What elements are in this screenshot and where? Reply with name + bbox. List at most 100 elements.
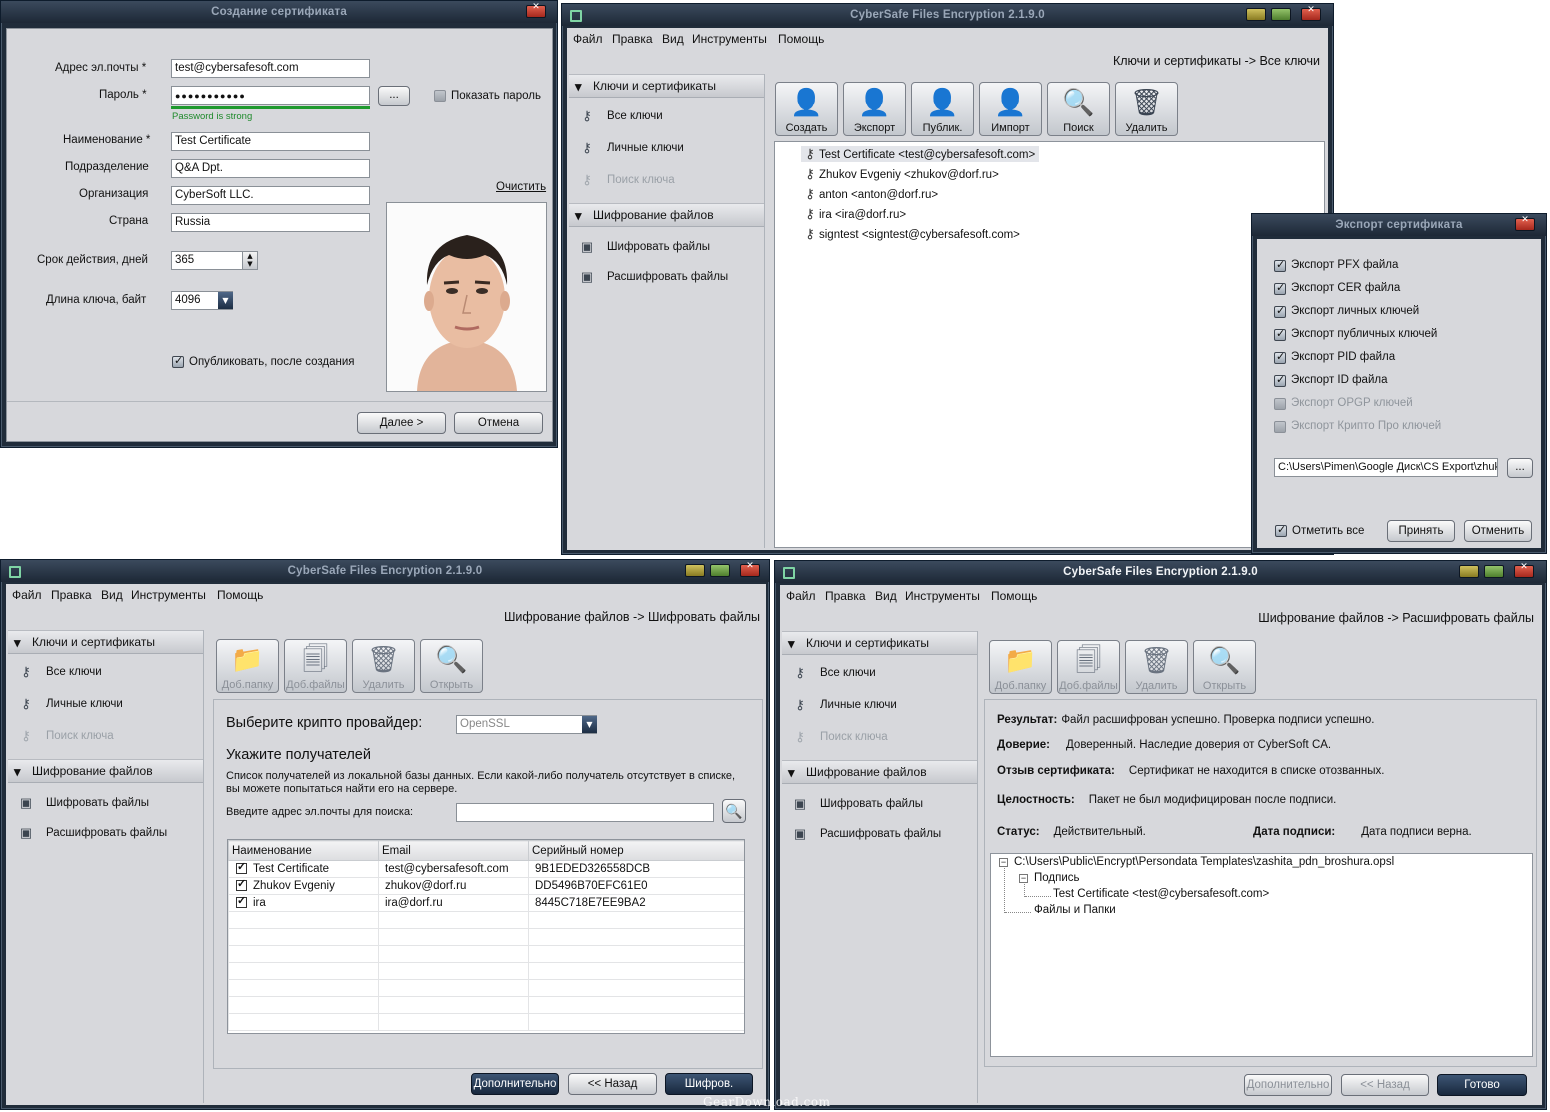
tree-node-files[interactable]: Файлы и Папки bbox=[1034, 904, 1116, 916]
sidebar-item-find-key[interactable]: ⚷ Поиск ключа bbox=[569, 170, 764, 190]
menu-help[interactable]: Помощь bbox=[991, 589, 1037, 603]
row-checkbox[interactable] bbox=[236, 860, 247, 874]
table-row[interactable]: ira ira@dorf.ru8445C718E7EE9BA2 bbox=[228, 894, 744, 912]
section-keys-certificates[interactable]: Ключи и сертификаты bbox=[569, 74, 764, 98]
menu-view[interactable]: Вид bbox=[101, 588, 123, 602]
export-button[interactable]: 👤 Экспорт bbox=[843, 82, 906, 136]
menu-view[interactable]: Вид bbox=[875, 589, 897, 603]
publish-button[interactable]: 👤 Публик. bbox=[911, 82, 974, 136]
tree-node-file[interactable]: − C:\Users\Public\Encrypt\Persondata Temp… bbox=[999, 856, 1394, 868]
menu-edit[interactable]: Правка bbox=[51, 588, 92, 602]
organization-field[interactable]: CyberSoft LLC. bbox=[171, 186, 370, 205]
delete-button[interactable]: 🗑 Удалить bbox=[1125, 640, 1188, 694]
sidebar-item-find-key[interactable]: ⚷ Поиск ключа bbox=[8, 726, 203, 746]
photo-frame[interactable] bbox=[386, 202, 547, 392]
export-option-checkbox[interactable] bbox=[1274, 327, 1286, 341]
add-folder-button[interactable]: 📁 Доб.папку bbox=[216, 639, 279, 693]
sidebar-item-encrypt-files[interactable]: ▣ Шифровать файлы bbox=[782, 794, 977, 814]
section-file-encryption[interactable]: Шифрование файлов bbox=[8, 759, 203, 783]
sidebar-item-all-keys[interactable]: ⚷ Все ключи bbox=[782, 663, 977, 683]
tree-item[interactable]: ⚷ anton <anton@dorf.ru> bbox=[801, 186, 938, 202]
menu-tools[interactable]: Инструменты bbox=[692, 32, 767, 46]
show-password-checkbox[interactable] bbox=[434, 90, 446, 102]
column-header-name[interactable]: Наименование bbox=[228, 840, 379, 861]
delete-button[interactable]: 🗑 Удалить bbox=[1115, 82, 1178, 136]
sidebar-item-encrypt-files[interactable]: ▣ Шифровать файлы bbox=[8, 793, 203, 813]
export-option-checkbox[interactable] bbox=[1274, 281, 1286, 295]
dropdown-arrow-icon[interactable]: ▼ bbox=[218, 292, 233, 309]
clear-link[interactable]: Очистить bbox=[496, 181, 546, 193]
select-all-checkbox[interactable] bbox=[1275, 523, 1287, 537]
back-button[interactable]: << Назад bbox=[1341, 1074, 1429, 1096]
back-button[interactable]: << Назад bbox=[568, 1073, 657, 1095]
menu-edit[interactable]: Правка bbox=[825, 589, 866, 603]
menu-help[interactable]: Помощь bbox=[778, 32, 824, 46]
search-email-input[interactable] bbox=[456, 803, 714, 822]
tree-item[interactable]: ⚷ ira <ira@dorf.ru> bbox=[801, 206, 906, 222]
more-button[interactable]: Дополнительно bbox=[471, 1073, 559, 1095]
table-row[interactable]: Test Certificate test@cybersafesoft.com9B… bbox=[228, 860, 744, 878]
name-field[interactable]: Test Certificate bbox=[171, 132, 370, 151]
column-header-email[interactable]: Email bbox=[378, 840, 529, 861]
export-option-checkbox[interactable] bbox=[1274, 421, 1286, 433]
sidebar-item-decrypt-files[interactable]: ▣ Расшифровать файлы bbox=[782, 824, 977, 844]
close-button[interactable] bbox=[1301, 5, 1321, 21]
menu-tools[interactable]: Инструменты bbox=[905, 589, 980, 603]
publish-checkbox[interactable] bbox=[172, 354, 184, 368]
minimize-button[interactable] bbox=[685, 564, 705, 577]
encrypt-button[interactable]: Шифров. bbox=[665, 1073, 753, 1095]
tree-node-certificate[interactable]: Test Certificate <test@cybersafesoft.com… bbox=[1053, 888, 1269, 900]
sidebar-item-all-keys[interactable]: ⚷ Все ключи bbox=[8, 662, 203, 682]
cancel-button[interactable]: Отмена bbox=[454, 412, 543, 434]
sidebar-item-decrypt-files[interactable]: ▣ Расшифровать файлы bbox=[569, 267, 764, 287]
table-row[interactable]: Zhukov Evgeniy zhukov@dorf.ruDD5496B70EFC… bbox=[228, 877, 744, 895]
collapse-icon[interactable]: − bbox=[1019, 874, 1028, 883]
export-option-checkbox[interactable] bbox=[1274, 373, 1286, 387]
tree-item[interactable]: ⚷ Zhukov Evgeniy <zhukov@dorf.ru> bbox=[801, 166, 999, 182]
column-header-serial[interactable]: Серийный номер bbox=[528, 840, 744, 861]
create-button[interactable]: 👤 Создать bbox=[775, 82, 838, 136]
menu-view[interactable]: Вид bbox=[662, 32, 684, 46]
spinner-arrows-icon[interactable]: ▲ ▼ bbox=[242, 252, 257, 269]
section-file-encryption[interactable]: Шифрование файлов bbox=[782, 760, 977, 784]
done-button[interactable]: Готово bbox=[1437, 1074, 1527, 1096]
export-option-checkbox[interactable] bbox=[1274, 304, 1286, 318]
password-field[interactable]: ●●●●●●●●●●● bbox=[171, 86, 370, 105]
accept-button[interactable]: Принять bbox=[1387, 520, 1455, 542]
section-file-encryption[interactable]: Шифрование файлов bbox=[569, 203, 764, 227]
close-button[interactable] bbox=[1514, 562, 1534, 578]
tree-item[interactable]: ⚷ Test Certificate <test@cybersafesoft.co… bbox=[801, 146, 1040, 162]
delete-button[interactable]: 🗑 Удалить bbox=[352, 639, 415, 693]
row-checkbox[interactable] bbox=[236, 894, 247, 908]
sidebar-item-personal-keys[interactable]: ⚷ Личные ключи bbox=[8, 694, 203, 714]
search-button[interactable]: 🔍 Поиск bbox=[1047, 82, 1110, 136]
close-button[interactable] bbox=[526, 2, 546, 18]
sidebar-item-personal-keys[interactable]: ⚷ Личные ключи bbox=[569, 138, 764, 158]
department-field[interactable]: Q&A Dpt. bbox=[171, 159, 370, 178]
cancel-button[interactable]: Отменить bbox=[1464, 520, 1532, 542]
maximize-button[interactable] bbox=[1484, 565, 1504, 578]
row-checkbox[interactable] bbox=[236, 877, 247, 891]
sidebar-item-all-keys[interactable]: ⚷ Все ключи bbox=[569, 106, 764, 126]
minimize-button[interactable] bbox=[1246, 8, 1266, 21]
tree-node-signature[interactable]: − Подпись bbox=[1019, 872, 1080, 884]
open-button[interactable]: 🔍 Открыть bbox=[420, 639, 483, 693]
sidebar-item-find-key[interactable]: ⚷ Поиск ключа bbox=[782, 727, 977, 747]
open-button[interactable]: 🔍 Открыть bbox=[1193, 640, 1256, 694]
menu-file[interactable]: Файл bbox=[786, 589, 816, 603]
path-browse-button[interactable]: ... bbox=[1507, 458, 1533, 478]
sidebar-item-decrypt-files[interactable]: ▣ Расшифровать файлы bbox=[8, 823, 203, 843]
tree-item[interactable]: ⚷ signtest <signtest@cybersafesoft.com> bbox=[801, 226, 1020, 242]
sidebar-item-encrypt-files[interactable]: ▣ Шифровать файлы bbox=[569, 237, 764, 257]
menu-file[interactable]: Файл bbox=[573, 32, 603, 46]
menu-file[interactable]: Файл bbox=[12, 588, 42, 602]
export-option-checkbox[interactable] bbox=[1274, 350, 1286, 364]
export-option-checkbox[interactable] bbox=[1274, 398, 1286, 410]
export-path-field[interactable]: C:\Users\Pimen\Google Диск\CS Export\zhu… bbox=[1274, 458, 1498, 477]
maximize-button[interactable] bbox=[1271, 8, 1291, 21]
minimize-button[interactable] bbox=[1459, 565, 1479, 578]
add-files-button[interactable]: 🗐 Доб.файлы bbox=[1057, 640, 1120, 694]
country-field[interactable]: Russia bbox=[171, 213, 370, 232]
menu-edit[interactable]: Правка bbox=[612, 32, 653, 46]
add-folder-button[interactable]: 📁 Доб.папку bbox=[989, 640, 1052, 694]
